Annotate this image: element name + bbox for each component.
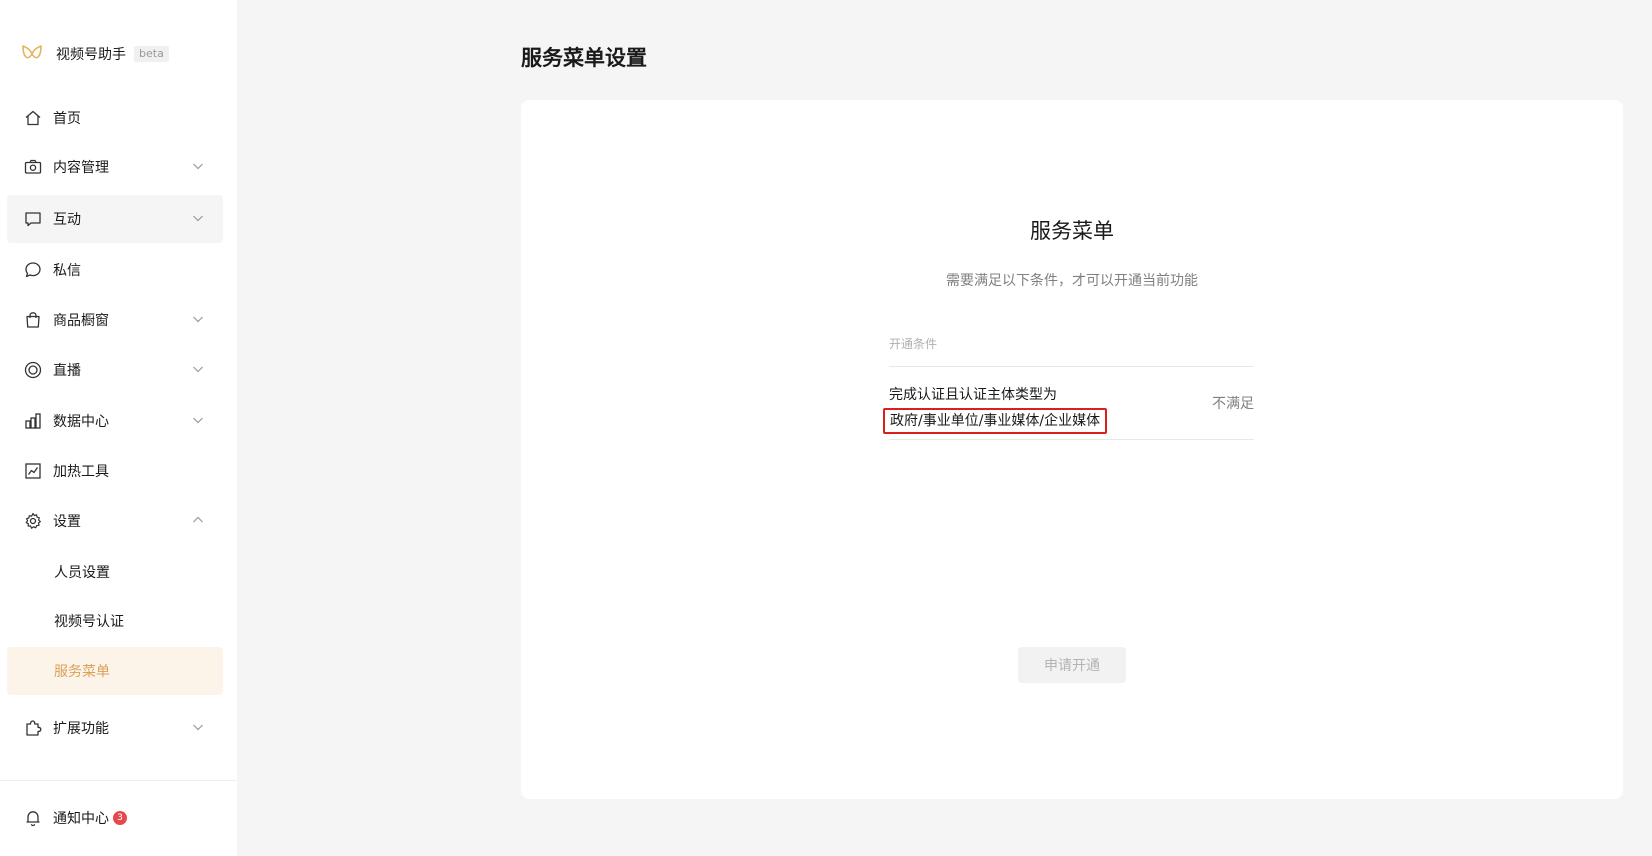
sidebar-item-home[interactable]: 首页 — [7, 94, 223, 142]
chevron-down-icon — [191, 159, 205, 173]
chevron-up-icon — [191, 513, 205, 527]
sidebar-item-label: 互动 — [53, 212, 81, 228]
chevron-down-icon — [191, 720, 205, 734]
trend-chart-icon — [23, 461, 43, 481]
sidebar-item-label: 人员设置 — [54, 565, 110, 581]
condition-line-1: 完成认证且认证主体类型为 — [889, 387, 1057, 403]
brand-name: 视频号助手 — [56, 47, 126, 63]
notification-count-badge: 3 — [113, 811, 127, 825]
condition-text: 完成认证且认证主体类型为 政府/事业单位/事业媒体/企业媒体 — [883, 384, 1108, 434]
sidebar-subitem-verification[interactable]: 视频号认证 — [7, 597, 223, 645]
sidebar-item-label: 商品橱窗 — [53, 313, 109, 329]
sidebar-item-label: 加热工具 — [53, 464, 109, 480]
sidebar-item-label: 首页 — [53, 111, 81, 127]
card-title: 服务菜单 — [1030, 219, 1114, 243]
apply-button[interactable]: 申请开通 — [1018, 647, 1126, 683]
sidebar: 视频号助手 beta 首页 内容管理 互动 私信 商品橱窗 直播 数据中心 加热… — [0, 0, 237, 856]
home-icon — [23, 108, 43, 128]
sidebar-item-label: 直播 — [53, 363, 81, 379]
conditions-divider-bottom — [889, 439, 1254, 440]
live-icon — [23, 360, 43, 380]
beta-badge: beta — [134, 46, 169, 62]
notification-center[interactable]: 通知中心 3 — [7, 798, 223, 838]
page-title: 服务菜单设置 — [521, 46, 647, 70]
camera-icon — [23, 157, 43, 177]
sidebar-item-boost-tools[interactable]: 加热工具 — [7, 447, 223, 495]
bar-chart-icon — [23, 411, 43, 431]
sidebar-item-label: 私信 — [53, 263, 81, 279]
sidebar-item-shop-window[interactable]: 商品橱窗 — [7, 296, 223, 344]
condition-status: 不满足 — [1212, 396, 1254, 412]
sidebar-item-label: 服务菜单 — [54, 664, 110, 680]
gear-icon — [23, 511, 43, 531]
sidebar-subitem-staff-settings[interactable]: 人员设置 — [7, 548, 223, 596]
notification-label: 通知中心 — [53, 811, 109, 827]
sidebar-item-label: 扩展功能 — [53, 721, 109, 737]
puzzle-icon — [23, 718, 43, 738]
brand[interactable]: 视频号助手 beta — [20, 40, 169, 68]
sidebar-item-content[interactable]: 内容管理 — [7, 143, 223, 191]
sidebar-item-label: 数据中心 — [53, 414, 109, 430]
sidebar-item-label: 设置 — [53, 514, 81, 530]
condition-line-2-highlighted: 政府/事业单位/事业媒体/企业媒体 — [883, 408, 1108, 434]
bell-icon — [23, 808, 43, 828]
service-menu-card: 服务菜单 需要满足以下条件，才可以开通当前功能 开通条件 完成认证且认证主体类型… — [521, 100, 1623, 799]
sidebar-item-extensions[interactable]: 扩展功能 — [7, 704, 223, 752]
sidebar-divider — [0, 780, 237, 781]
sidebar-subitem-service-menu[interactable]: 服务菜单 — [7, 647, 223, 695]
chevron-down-icon — [191, 362, 205, 376]
brand-logo-icon — [20, 42, 44, 66]
sidebar-item-interaction[interactable]: 互动 — [7, 195, 223, 243]
chevron-down-icon — [191, 211, 205, 225]
shopping-bag-icon — [23, 310, 43, 330]
sidebar-item-label: 内容管理 — [53, 160, 109, 176]
chevron-down-icon — [191, 413, 205, 427]
sidebar-item-label: 视频号认证 — [54, 614, 124, 630]
chevron-down-icon — [191, 312, 205, 326]
sidebar-item-data-center[interactable]: 数据中心 — [7, 397, 223, 445]
sidebar-item-settings[interactable]: 设置 — [7, 497, 223, 545]
conditions-header: 开通条件 — [889, 337, 938, 351]
sidebar-item-live[interactable]: 直播 — [7, 346, 223, 394]
card-subtitle: 需要满足以下条件，才可以开通当前功能 — [946, 273, 1198, 289]
conditions-divider-top — [889, 366, 1254, 367]
chat-bubble-icon — [23, 260, 43, 280]
message-square-icon — [23, 209, 43, 229]
sidebar-item-messages[interactable]: 私信 — [7, 246, 223, 294]
